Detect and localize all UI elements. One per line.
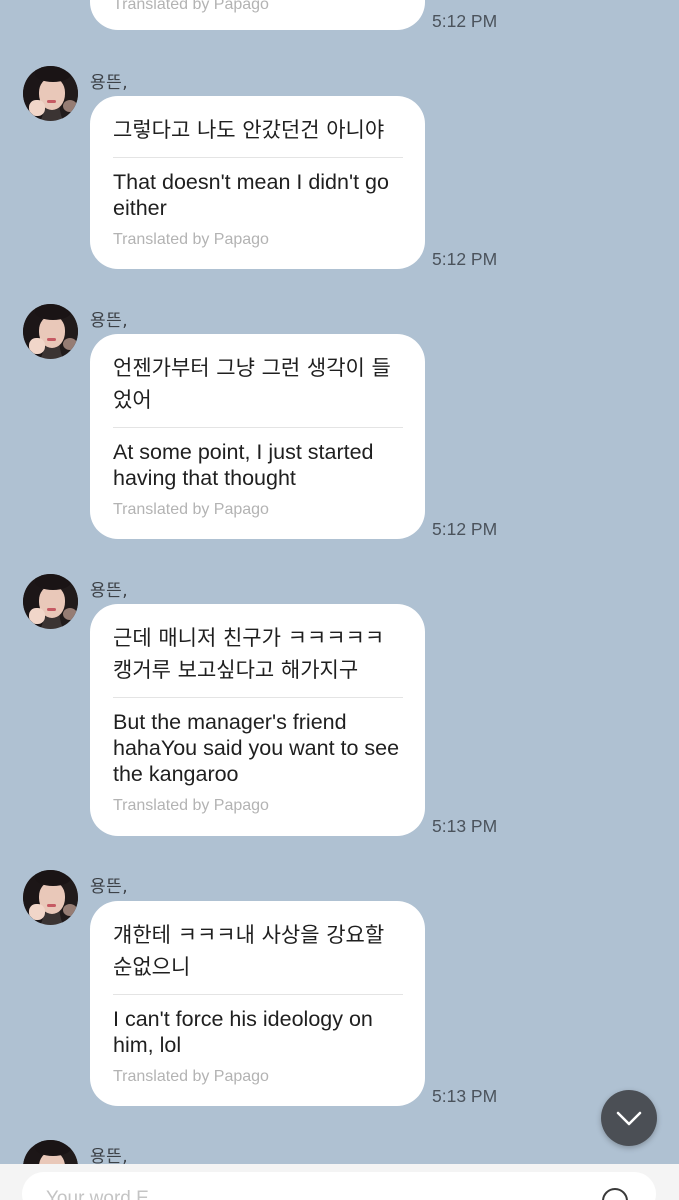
avatar[interactable] <box>23 870 78 925</box>
avatar[interactable] <box>23 304 78 359</box>
scroll-to-bottom-button[interactable] <box>601 1090 657 1146</box>
message-input-placeholder: Your word E... <box>46 1188 165 1200</box>
original-text: 걔한테 ㅋㅋㅋ내 사상을 강요할 순없으니 <box>113 923 385 979</box>
message-input[interactable]: Your word E... <box>22 1172 656 1200</box>
emoji-icon[interactable] <box>602 1188 628 1200</box>
translated-text: But the manager's friend hahaYou said yo… <box>113 710 400 786</box>
sender-name: 용뜬, <box>90 581 129 601</box>
divider <box>113 697 403 698</box>
translation-credit: Translated by Papago <box>113 1068 269 1085</box>
message-time: 5:13 PM <box>432 816 498 836</box>
translated-text: At some point, I just started having tha… <box>113 440 374 490</box>
original-text: 근데 매니저 친구가 ㅋㅋㅋㅋㅋ 캥거루 보고싶다고 해가지구 <box>113 626 385 682</box>
message-bubble[interactable]: 근데 매니저 친구가 ㅋㅋㅋㅋㅋ 캥거루 보고싶다고 해가지구 But the … <box>90 604 425 836</box>
message-bubble[interactable]: 언젠가부터 그냥 그런 생각이 들었어 At some point, I jus… <box>90 334 425 539</box>
translation-credit: Translated by Papago <box>113 0 269 13</box>
chat-view[interactable]: Translated by Papago 5:12 PM 용뜬, 그렇다고 나도… <box>0 0 679 1200</box>
divider <box>113 427 403 428</box>
sender-name: 용뜬, <box>90 311 129 331</box>
divider <box>113 157 403 158</box>
avatar[interactable] <box>23 574 78 629</box>
avatar[interactable] <box>23 66 78 121</box>
sender-name: 용뜬, <box>90 877 129 897</box>
message-time: 5:13 PM <box>432 1086 498 1106</box>
message-bubble[interactable]: 걔한테 ㅋㅋㅋ내 사상을 강요할 순없으니 I can't force his … <box>90 901 425 1106</box>
original-text: 그렇다고 나도 안갔던건 아니야 <box>113 118 385 142</box>
translation-credit: Translated by Papago <box>113 501 269 518</box>
message-time: 5:12 PM <box>432 519 498 539</box>
translation-credit: Translated by Papago <box>113 797 269 814</box>
translated-text: I can't force his ideology on him, lol <box>113 1007 373 1057</box>
translated-text: That doesn't mean I didn't go either <box>113 170 389 220</box>
divider <box>113 994 403 995</box>
original-text: 언젠가부터 그냥 그런 생각이 들었어 <box>113 356 391 412</box>
message-composer: Your word E... <box>0 1164 679 1200</box>
sender-name: 용뜬, <box>90 73 129 93</box>
message-time: 5:12 PM <box>432 249 498 269</box>
message-bubble[interactable]: Translated by Papago <box>90 0 425 30</box>
message-bubble[interactable]: 그렇다고 나도 안갔던건 아니야 That doesn't mean I did… <box>90 96 425 269</box>
message-time: 5:12 PM <box>432 11 498 31</box>
translation-credit: Translated by Papago <box>113 231 269 248</box>
